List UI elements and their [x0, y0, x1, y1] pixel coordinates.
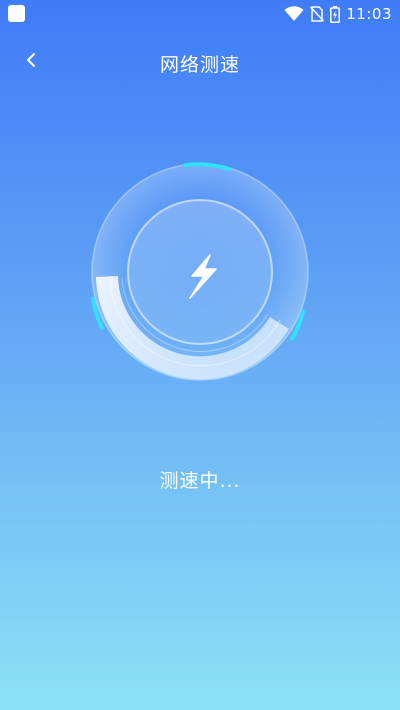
header: 网络测速: [0, 40, 400, 80]
page-title: 网络测速: [159, 54, 240, 76]
wifi-icon: [284, 6, 304, 21]
status-bar: 11:03: [0, 0, 400, 30]
no-sim-icon: [310, 6, 325, 22]
testing-status-text: 测速中...: [159, 470, 241, 492]
speed-gauge: [80, 152, 320, 392]
status-icons: 11:03: [284, 4, 392, 24]
status-time: 11:03: [346, 5, 392, 23]
battery-icon: [330, 5, 341, 23]
notification-square-icon: [8, 5, 25, 22]
